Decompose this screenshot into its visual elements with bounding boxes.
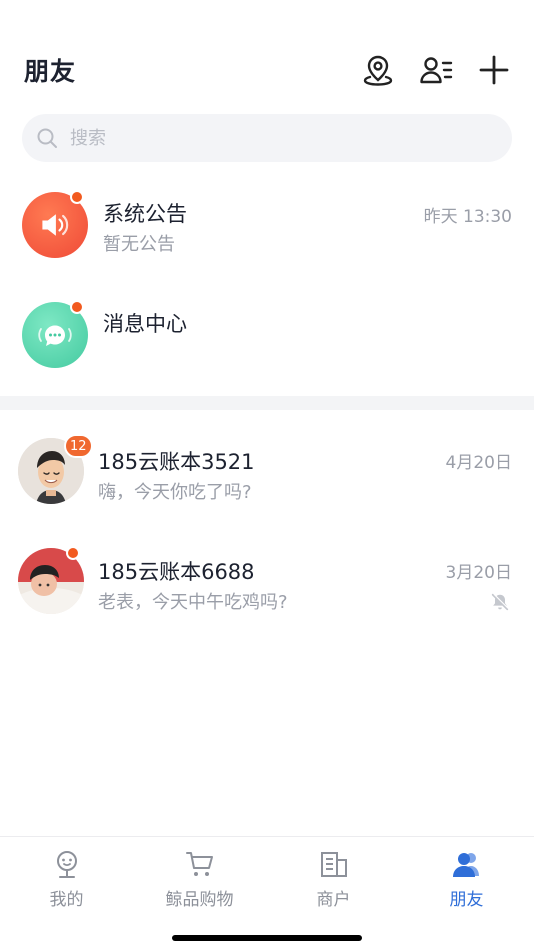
unread-dot [70, 300, 84, 314]
message-center-row[interactable]: 消息中心 [0, 280, 534, 388]
search-input[interactable] [70, 127, 490, 149]
page-title: 朋友 [24, 57, 77, 86]
header: 朋友 [0, 0, 534, 105]
location-button[interactable] [360, 52, 396, 88]
system-announcement-row[interactable]: 系统公告 暂无公告 昨天 13:30 [0, 170, 534, 278]
muted-bell-icon [491, 593, 509, 611]
cart-icon [185, 852, 213, 876]
section-divider [0, 396, 534, 410]
chat-bubble-icon [38, 325, 72, 346]
search-icon [37, 128, 57, 148]
tab-label: 商户 [316, 890, 351, 910]
speaker-icon [42, 214, 69, 236]
chat-row[interactable]: 185云账本6688 老表，今天中午吃鸡吗? 3月20日 [0, 526, 534, 634]
profile-icon [56, 851, 77, 878]
contact-list-icon [420, 57, 453, 84]
row-title: 系统公告 [103, 202, 187, 226]
tab-label: 我的 [49, 890, 84, 910]
chat-row[interactable]: 12 185云账本3521 嗨，今天你吃了吗? 4月20日 [0, 416, 534, 524]
chat-time: 3月20日 [445, 563, 512, 583]
chat-preview: 老表，今天中午吃鸡吗? [98, 592, 288, 613]
tab-profile[interactable]: 我的 [0, 837, 133, 917]
row-title: 消息中心 [103, 312, 187, 336]
contacts-button[interactable] [418, 52, 454, 88]
message-center-avatar [22, 300, 88, 368]
tab-label: 鲸品购物 [165, 890, 234, 910]
location-pin-icon [363, 55, 393, 86]
avatar [18, 546, 84, 614]
chat-preview: 嗨，今天你吃了吗? [98, 482, 252, 503]
row-subtitle: 暂无公告 [103, 234, 175, 255]
unread-dot [70, 190, 84, 204]
chat-time: 4月20日 [445, 453, 512, 473]
announcement-avatar [22, 190, 88, 258]
tab-merchant[interactable]: 商户 [267, 837, 400, 917]
unread-dot [66, 546, 80, 560]
avatar: 12 [18, 434, 93, 504]
add-button[interactable] [476, 52, 512, 88]
bottom-tab-bar: 我的 鲸品购物 商户 朋友 [0, 836, 534, 950]
unread-count-badge: 12 [64, 434, 93, 458]
merchant-icon [320, 852, 347, 877]
chat-name: 185云账本6688 [98, 560, 255, 584]
row-time: 昨天 13:30 [423, 207, 512, 227]
chat-name: 185云账本3521 [98, 450, 255, 474]
plus-icon [479, 55, 509, 85]
tab-friends[interactable]: 朋友 [400, 837, 533, 917]
search-bar[interactable] [22, 114, 512, 162]
tab-shopping[interactable]: 鲸品购物 [133, 837, 266, 917]
home-indicator [172, 935, 362, 941]
friends-icon [452, 853, 479, 877]
tab-label: 朋友 [449, 890, 484, 910]
